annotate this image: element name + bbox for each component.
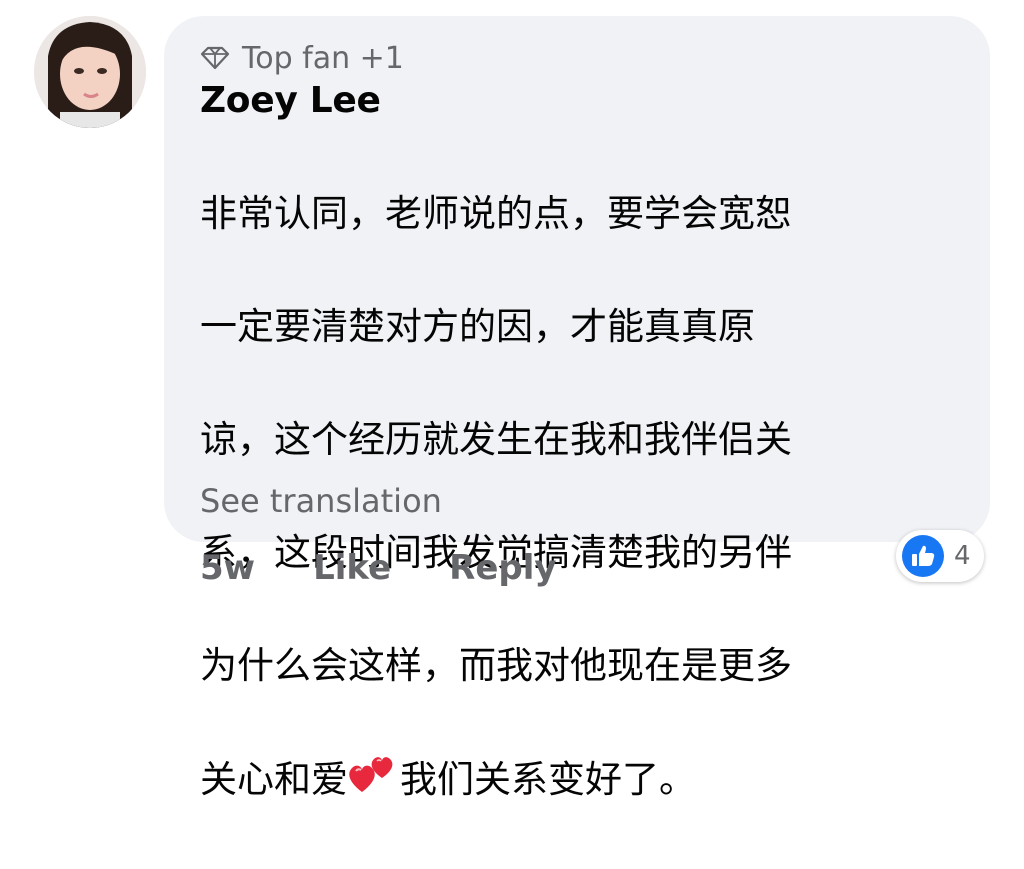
comment-timestamp[interactable]: 5w	[200, 548, 255, 588]
comment-line: 为什么会这样，而我对他现在是更多	[200, 643, 792, 687]
reactions-summary[interactable]: 4	[896, 530, 984, 582]
comment-author[interactable]: Zoey Lee	[200, 80, 381, 121]
comment-text-segment: 关心和爱	[200, 758, 348, 802]
avatar[interactable]	[34, 16, 146, 128]
comment-line: 非常认同，老师说的点，要学会宽恕	[200, 192, 792, 236]
profile-photo-icon	[34, 16, 146, 128]
comment-line-last: 关心和爱 我们关系变好了。	[200, 750, 930, 812]
comment-line: 一定要清楚对方的因，才能真真原	[200, 305, 755, 349]
top-fan-badge[interactable]: Top fan +1	[200, 40, 404, 76]
diamond-icon	[200, 46, 230, 70]
comment-line: 谅，这个经历就发生在我和我伴侣关	[200, 418, 792, 462]
badge-label: Top fan +1	[242, 40, 404, 76]
like-button[interactable]: Like	[313, 548, 391, 588]
see-translation-link[interactable]: See translation	[200, 482, 442, 520]
two-hearts-icon	[348, 750, 400, 812]
reply-button[interactable]: Reply	[449, 548, 556, 588]
thumbs-up-icon	[902, 535, 944, 577]
comment-actions: 5w Like Reply	[200, 548, 615, 588]
reaction-count: 4	[954, 541, 971, 571]
comment-text-segment: 我们关系变好了。	[400, 758, 696, 802]
